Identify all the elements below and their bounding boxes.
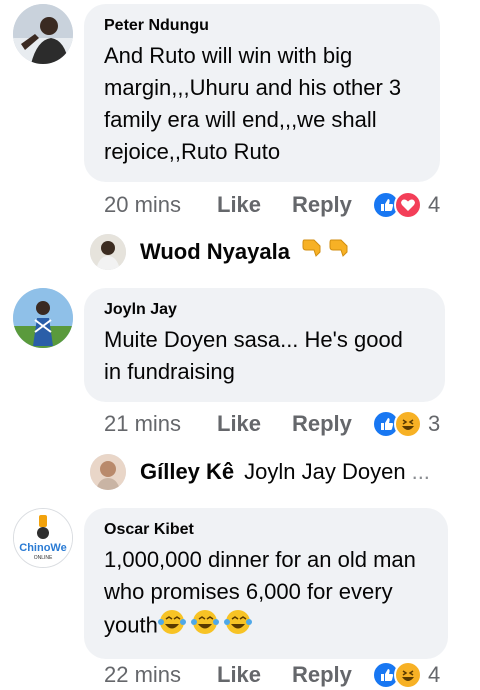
like-button[interactable]: Like	[217, 192, 292, 218]
reply-button[interactable]: Reply	[292, 411, 372, 437]
reply-preview[interactable]: Wuod Nyayala	[90, 232, 354, 272]
comment-author[interactable]: Peter Ndungu	[104, 16, 420, 36]
comment-bubble: Joyln Jay Muite Doyen sasa... He's good …	[84, 288, 445, 402]
pointing-down-hands-icon	[300, 236, 354, 269]
comment-author[interactable]: Oscar Kibet	[104, 520, 428, 540]
avatar[interactable]	[90, 234, 126, 270]
tears-of-joy-emojis-icon	[157, 608, 254, 645]
laughing-face-icon	[394, 410, 422, 438]
reply-author[interactable]: Gílley Kê	[140, 459, 234, 485]
comment-author[interactable]: Joyln Jay	[104, 300, 425, 320]
logo-subtext: ONLINE	[34, 555, 53, 561]
laughing-face-icon	[394, 661, 422, 689]
reaction-count[interactable]: 4	[428, 662, 440, 688]
reactions[interactable]	[372, 191, 422, 219]
reply-button[interactable]: Reply	[292, 192, 372, 218]
comment-text: And Ruto will win with big margin,,,Uhur…	[104, 43, 402, 164]
comment-text-body: 1,000,000 dinner for an old man who prom…	[104, 547, 416, 638]
comment-text: Muite Doyen sasa... He's good in fundrai…	[104, 327, 403, 384]
comment-time[interactable]: 21 mins	[104, 411, 217, 437]
comment-actions: 20 mins Like Reply 4	[104, 190, 440, 220]
reply-preview[interactable]: Gílley Kê Joyln Jay Doyen ...	[90, 452, 430, 492]
comment-time[interactable]: 20 mins	[104, 192, 217, 218]
avatar[interactable]	[90, 454, 126, 490]
avatar[interactable]	[13, 288, 73, 348]
comment-time[interactable]: 22 mins	[104, 662, 217, 688]
reactions[interactable]	[372, 661, 422, 689]
comment-actions: 21 mins Like Reply 3	[104, 409, 440, 439]
avatar[interactable]	[13, 4, 73, 64]
comment-text: 1,000,000 dinner for an old man who prom…	[104, 544, 428, 645]
reaction-count[interactable]: 3	[428, 411, 440, 437]
reactions[interactable]	[372, 410, 422, 438]
reply-button[interactable]: Reply	[292, 662, 372, 688]
heart-icon	[394, 191, 422, 219]
avatar[interactable]: ChinoWe ONLINE	[13, 508, 73, 568]
reply-snippet: Joyln Jay Doyen	[244, 459, 406, 484]
logo-text: ChinoWe	[19, 542, 66, 554]
comment-bubble: Peter Ndungu And Ruto will win with big …	[84, 4, 440, 182]
reply-ellipsis: ...	[411, 459, 430, 484]
like-button[interactable]: Like	[217, 411, 292, 437]
reply-author[interactable]: Wuod Nyayala	[140, 239, 290, 265]
comment-bubble: Oscar Kibet 1,000,000 dinner for an old …	[84, 508, 448, 659]
reaction-count[interactable]: 4	[428, 192, 440, 218]
like-button[interactable]: Like	[217, 662, 292, 688]
